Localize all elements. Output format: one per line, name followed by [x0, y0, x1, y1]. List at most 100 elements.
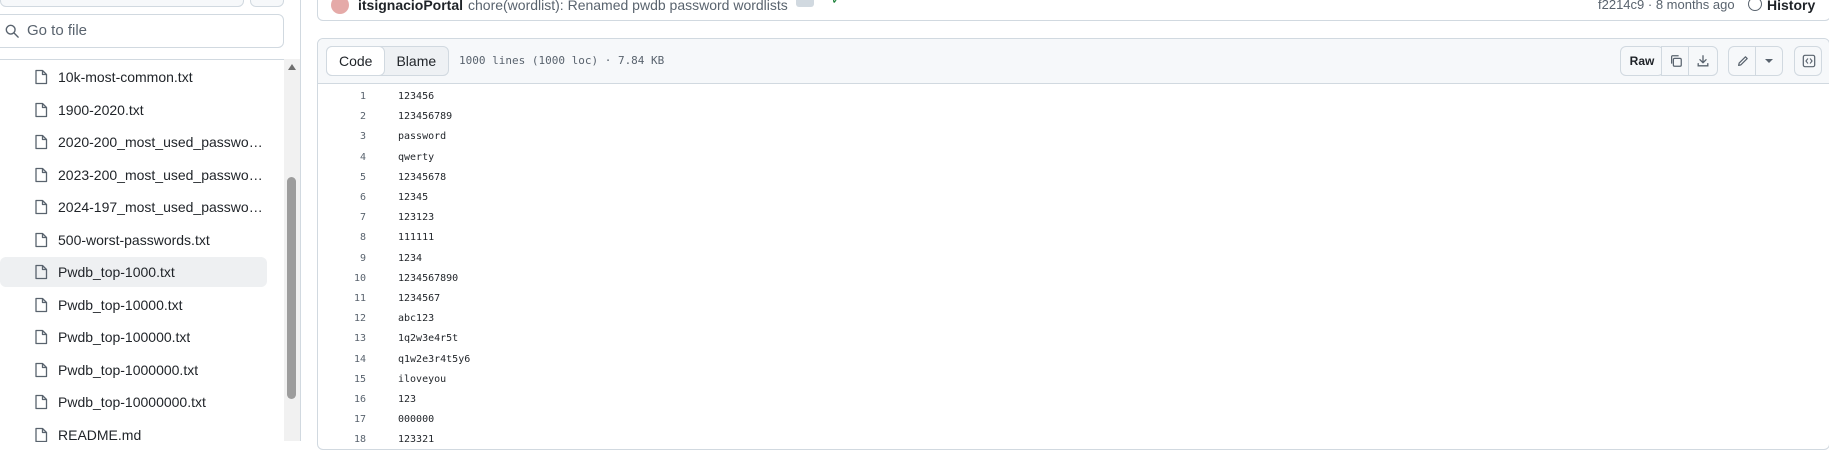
tree-item-file[interactable]: 10k-most-common.txt [0, 62, 267, 92]
line-number[interactable]: 14 [318, 351, 366, 368]
tree-item-file[interactable]: Pwdb_top-1000000.txt [0, 355, 267, 385]
code-square-icon [1802, 54, 1816, 68]
line-number[interactable]: 11 [318, 290, 366, 307]
file-icon [34, 232, 48, 248]
code-line: 2 123456789 [318, 108, 1829, 125]
line-number[interactable]: 18 [318, 431, 366, 445]
scrollbar[interactable] [284, 59, 300, 441]
code-line: 8 111111 [318, 229, 1829, 246]
pencil-icon [1738, 56, 1748, 66]
search-icon [5, 24, 19, 38]
line-number[interactable]: 10 [318, 270, 366, 287]
tree-item-file[interactable]: Pwdb_top-10000000.txt [0, 387, 267, 417]
code-line: 18 123321 [318, 431, 1829, 445]
line-number[interactable]: 13 [318, 330, 366, 347]
avatar[interactable] [331, 0, 349, 14]
line-number[interactable]: 17 [318, 411, 366, 428]
scrollbar-thumb[interactable] [287, 177, 296, 399]
line-content: 000000 [398, 414, 435, 426]
line-number[interactable]: 2 [318, 108, 366, 125]
line-content: 123321 [398, 434, 435, 445]
line-content: 12345678 [398, 171, 447, 183]
tree-item-file[interactable]: Pwdb_top-10000.txt [0, 290, 267, 320]
tree-item-file[interactable]: Pwdb_top-1000.txt [0, 257, 267, 287]
line-number[interactable]: 1 [318, 88, 366, 105]
line-number[interactable]: 4 [318, 149, 366, 166]
code-line: 16 123 [318, 391, 1829, 408]
download-icon [1697, 55, 1709, 67]
file-icon [34, 264, 48, 280]
code-line: 7 123123 [318, 209, 1829, 226]
line-number[interactable]: 7 [318, 209, 366, 226]
commit-meta[interactable]: f2214c9 · 8 months ago [1598, 0, 1735, 12]
line-content: 1234567890 [398, 272, 459, 284]
code-line: 14 q1w2e3r4t5y6 [318, 351, 1829, 368]
tree-item-label: Pwdb_top-10000000.txt [58, 394, 206, 410]
tree-item-file[interactable]: 2024-197_most_used_passwords.txt [0, 192, 267, 222]
file-icon [34, 329, 48, 345]
tree-item-file[interactable]: 2023-200_most_used_passwords.txt [0, 160, 267, 190]
line-number[interactable]: 3 [318, 128, 366, 145]
latest-commit-bar: itsignacioPortal chore(wordlist): Rename… [317, 0, 1829, 21]
line-number[interactable]: 5 [318, 169, 366, 186]
branch-select-button[interactable] [0, 0, 244, 7]
copy-raw-button[interactable] [1661, 46, 1691, 76]
commit-author-link[interactable]: itsignacioPortal [358, 0, 463, 13]
line-content: 1q2w3e4r5t [398, 333, 459, 345]
line-number[interactable]: 16 [318, 391, 366, 408]
edit-options-button[interactable] [1755, 46, 1783, 76]
code-line: 13 1q2w3e4r5t [318, 330, 1829, 347]
commit-details-toggle[interactable] [796, 0, 814, 7]
line-content: 12345 [398, 192, 429, 203]
file-icon [34, 134, 48, 150]
line-content: q1w2e3r4t5y6 [398, 353, 471, 365]
file-info: 1000 lines (1000 loc) · 7.84 KB [459, 54, 665, 67]
tree-item-label: 10k-most-common.txt [58, 69, 193, 85]
tab-blame[interactable]: Blame [384, 47, 448, 75]
scroll-up-arrow-icon[interactable] [288, 64, 296, 70]
file-icon [34, 102, 48, 118]
line-content: iloveyou [398, 373, 447, 385]
copy-icon [1671, 55, 1682, 67]
check-icon: ✓ [831, 0, 842, 8]
line-content: 123123 [398, 212, 435, 224]
file-viewer-header: Code Blame 1000 lines (1000 loc) · 7.84 … [318, 39, 1829, 84]
search-button[interactable] [250, 0, 284, 7]
code-line: 17 000000 [318, 411, 1829, 428]
tree-item-file[interactable]: 500-worst-passwords.txt [0, 225, 267, 255]
edit-file-button[interactable] [1728, 46, 1758, 76]
line-number[interactable]: 6 [318, 189, 366, 206]
file-tree: 10k-most-common.txt 1900-2020.txt 2020-200… [0, 59, 284, 442]
file-icon [34, 427, 48, 443]
line-number[interactable]: 12 [318, 310, 366, 327]
code-line: 11 1234567 [318, 290, 1829, 307]
go-to-file-input[interactable] [27, 16, 267, 44]
tree-item-file[interactable]: 2020-200_most_used_passwords.txt [0, 127, 267, 157]
raw-button[interactable]: Raw [1620, 46, 1664, 76]
tree-item-file[interactable]: Pwdb_top-100000.txt [0, 322, 267, 352]
line-content: 123456789 [398, 111, 453, 123]
symbols-panel-button[interactable] [1794, 46, 1822, 76]
line-content: abc123 [398, 313, 435, 325]
commit-message-link[interactable]: chore(wordlist): Renamed pwdb password w… [468, 0, 788, 13]
tab-code[interactable]: Code [326, 46, 386, 76]
history-link[interactable]: History [1767, 0, 1815, 13]
chevron-down-icon [1765, 59, 1773, 63]
tree-item-label: 2024-197_most_used_passwords.txt [58, 199, 263, 215]
tree-item-file[interactable]: 1900-2020.txt [0, 95, 267, 125]
code-line: 1 123456 [318, 88, 1829, 105]
line-number[interactable]: 15 [318, 371, 366, 388]
go-to-file-box[interactable] [0, 14, 284, 48]
download-button[interactable] [1688, 46, 1718, 76]
line-content: 123 [398, 394, 417, 405]
tree-item-label: 2023-200_most_used_passwords.txt [58, 166, 263, 183]
code-line: 4 qwerty [318, 149, 1829, 166]
code-line: 5 12345678 [318, 169, 1829, 186]
tree-item-file[interactable]: README.md [0, 420, 267, 443]
tree-item-label: 2020-200_most_used_passwords.txt [58, 134, 263, 150]
line-number[interactable]: 9 [318, 250, 366, 267]
line-number[interactable]: 8 [318, 229, 366, 246]
file-icon [34, 394, 48, 410]
file-icon [34, 297, 48, 313]
code-line: 15 iloveyou [318, 371, 1829, 388]
